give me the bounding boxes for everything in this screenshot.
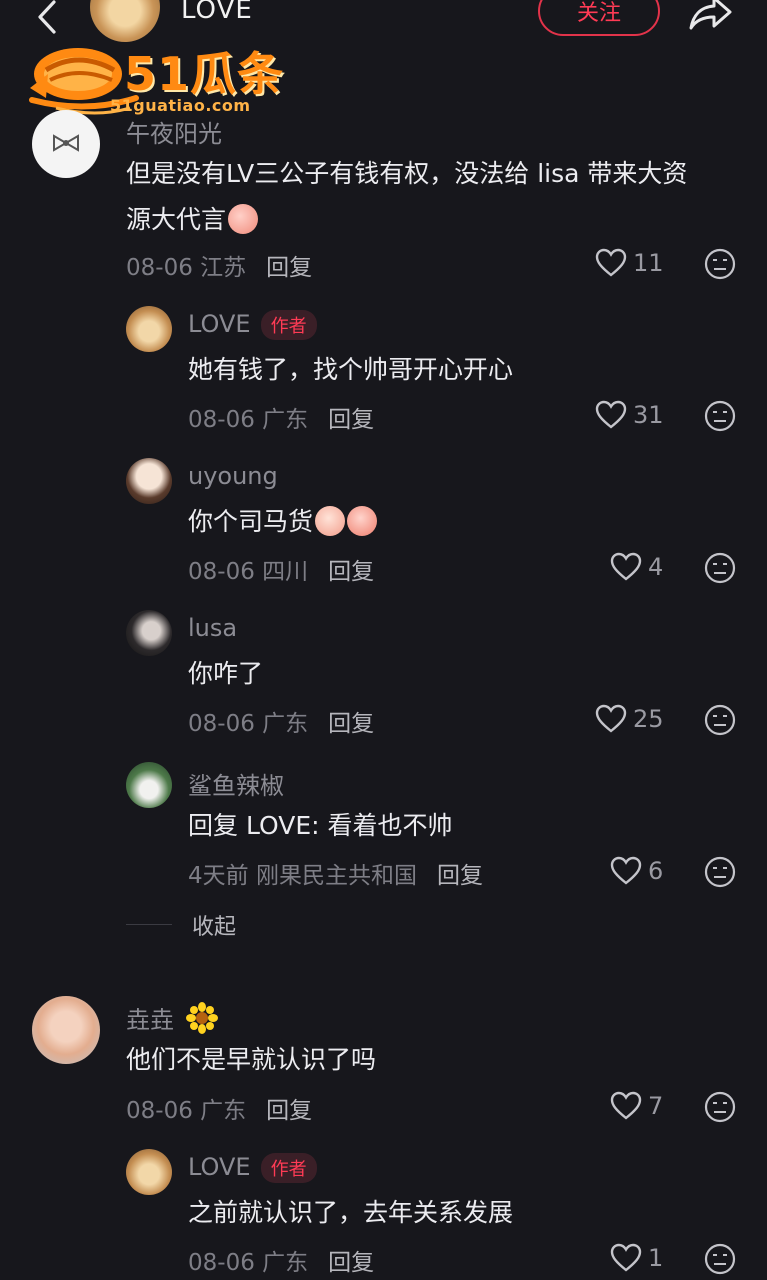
comment-meta: 08-06 广东 回复 [126,1091,312,1125]
heart-outline-icon [610,1091,642,1120]
crying-laugh-emoji-icon [315,506,346,536]
comment-username: LOVE 作者 [188,1153,317,1183]
comment-username[interactable]: 午夜阳光 [126,114,222,149]
follow-button[interactable]: 关注 [538,0,660,36]
comment-text: 但是没有LV三公子有钱有权，没法给 lisa 带来大资 源大代言 [126,151,746,243]
reply-button[interactable]: 回复 [266,1098,312,1124]
like-button[interactable]: 6 [610,856,663,886]
reply-button[interactable]: 回复 [328,711,374,737]
heart-outline-icon [595,704,627,733]
comment-text-line-2: 源大代言 [126,205,227,234]
comment-text: 她有钱了，找个帅哥开心开心 [188,355,514,384]
like-count: 1 [648,1244,664,1272]
comment-text-line: 源大代言 [126,197,746,243]
comment-text-body: 你个司马货 [188,507,314,536]
watermark-url: 51guatiao.com [110,96,251,115]
comment-meta: 08-06 广东 回复 [188,400,374,434]
like-count: 25 [633,705,664,733]
avatar[interactable] [126,762,172,808]
reply-username[interactable]: uyoung [188,462,278,490]
like-count: 11 [633,249,664,277]
peach-emoji-icon [228,204,259,234]
sunflower-emoji-icon [185,1002,218,1034]
reply-button[interactable]: 回复 [328,559,374,585]
share-arrow-icon[interactable] [688,0,734,32]
neutral-face-icon[interactable] [704,400,736,432]
comment-text: 回复 LOVE: 看着也不帅 [188,811,453,840]
like-count: 31 [633,401,664,429]
comment-username: 垚垚 [126,1000,218,1035]
like-button[interactable]: 7 [610,1091,663,1121]
reply-username[interactable]: LOVE [188,310,251,338]
neutral-face-icon[interactable] [704,856,736,888]
reply-button[interactable]: 回复 [266,255,312,281]
comment-date: 08-06 广东 [188,1250,309,1276]
like-button[interactable]: 25 [595,704,664,734]
author-badge: 作者 [260,1153,317,1183]
like-count: 4 [648,553,664,581]
heart-outline-icon [610,1243,642,1272]
neutral-face-icon[interactable] [704,704,736,736]
neutral-face-icon[interactable] [704,1091,736,1123]
comment-date: 08-06 江苏 [126,255,247,281]
comment-meta: 08-06 四川 回复 [188,552,374,586]
comment-username: LOVE 作者 [188,310,317,340]
comment-meta: 08-06 广东 回复 [188,704,374,738]
comment-date: 08-06 广东 [188,711,309,737]
comment-text: 之前就认识了，去年关系发展 [188,1198,514,1227]
comment-date: 4天前 刚果民主共和国 [188,863,417,889]
comment-text: 他们不是早就认识了吗 [126,1045,377,1074]
avatar[interactable] [32,996,100,1064]
heart-outline-icon [610,552,642,581]
bow-icon [53,134,79,152]
avatar[interactable] [126,1149,172,1195]
comment-date: 08-06 四川 [188,559,309,585]
peach-emoji-icon [347,506,378,536]
comment-date: 08-06 广东 [188,407,309,433]
avatar[interactable] [126,610,172,656]
back-chevron-icon[interactable] [30,0,64,34]
collapse-replies-button[interactable]: 收起 [192,909,236,941]
collapse-divider [126,924,172,925]
comment-meta: 08-06 江苏 回复 [126,248,312,282]
heart-outline-icon [595,400,627,429]
reply-button[interactable]: 回复 [328,1250,374,1276]
avatar[interactable] [32,110,100,178]
like-count: 6 [648,857,664,885]
author-badge: 作者 [260,310,317,340]
reply-username[interactable]: lusa [188,614,237,642]
comment-text: 你个司马货 [188,499,378,545]
watermark-brand: 51瓜条 [124,47,285,101]
comment-text: 你咋了 [188,659,264,688]
neutral-face-icon[interactable] [704,1243,736,1275]
comment-meta: 4天前 刚果民主共和国 回复 [188,856,483,890]
like-count: 7 [648,1092,664,1120]
like-button[interactable]: 1 [610,1243,663,1273]
heart-outline-icon [610,856,642,885]
comment-meta: 08-06 广东 回复 [188,1243,374,1277]
author-name: LOVE [181,0,253,25]
like-button[interactable]: 4 [610,552,663,582]
like-button[interactable]: 31 [595,400,664,430]
comment-text-line: 但是没有LV三公子有钱有权，没法给 lisa 带来大资 [126,159,688,188]
comment-username-text[interactable]: 垚垚 [126,1006,174,1034]
heart-outline-icon [595,248,627,277]
reply-username[interactable]: 鲨鱼辣椒 [188,766,284,801]
neutral-face-icon[interactable] [704,248,736,280]
avatar[interactable] [126,458,172,504]
neutral-face-icon[interactable] [704,552,736,584]
reply-button[interactable]: 回复 [437,863,483,889]
reply-username[interactable]: LOVE [188,1153,251,1181]
like-button[interactable]: 11 [595,248,664,278]
reply-button[interactable]: 回复 [328,407,374,433]
comment-date: 08-06 广东 [126,1098,247,1124]
avatar[interactable] [126,306,172,352]
